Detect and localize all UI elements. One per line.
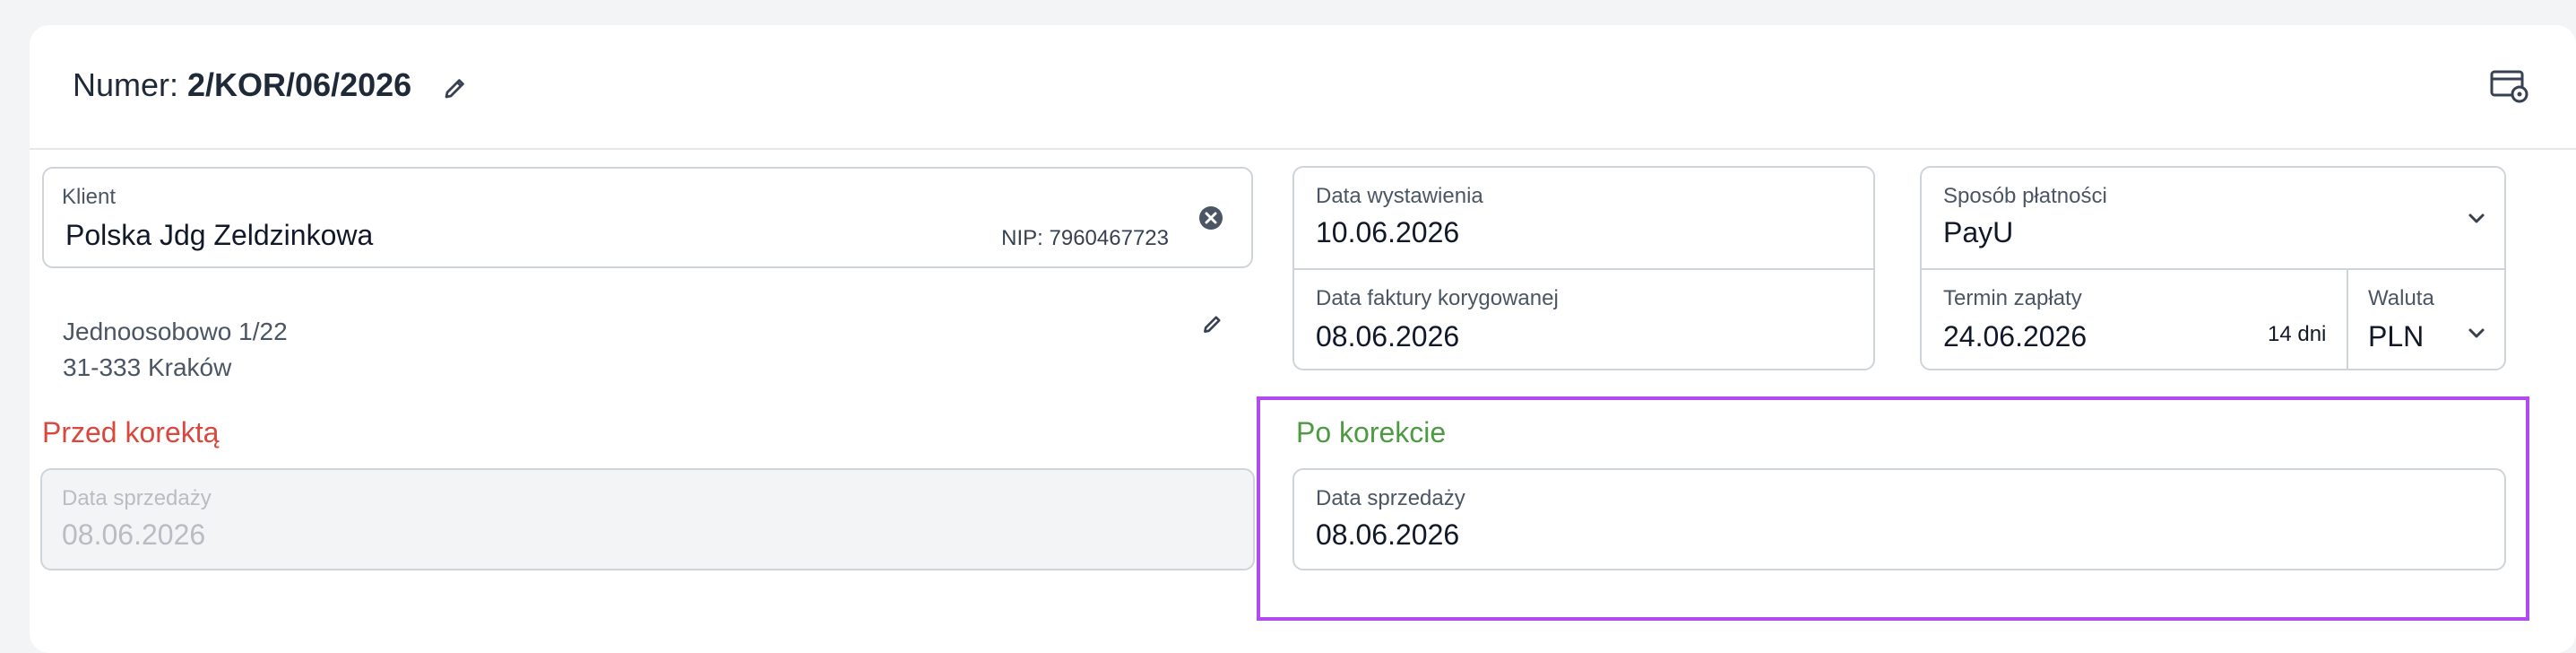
client-label: Klient xyxy=(62,185,117,209)
corrected-date-label: Data faktury korygowanej xyxy=(1316,286,1559,310)
payment-method-label: Sposób płatności xyxy=(1943,184,2107,208)
client-field[interactable]: Klient Polska Jdg Zeldzinkowa NIP: 79604… xyxy=(42,167,1253,268)
sale-date-before-field: Data sprzedaży 08.06.2026 xyxy=(40,468,1255,570)
client-address-line1: Jednoosobowo 1/22 xyxy=(63,318,288,345)
client-name: Polska Jdg Zeldzinkowa xyxy=(65,219,374,251)
currency-value: PLN xyxy=(2368,320,2425,353)
before-correction-title: Przed korektą xyxy=(42,416,220,448)
edit-address-icon[interactable] xyxy=(1201,312,1224,335)
due-days: 14 dni xyxy=(2268,322,2327,346)
highlight-box xyxy=(1257,396,2529,621)
settings-icon[interactable] xyxy=(2490,70,2529,104)
sale-date-before-value: 08.06.2026 xyxy=(62,518,206,551)
invoice-header: Numer: 2/KOR/06/2026 xyxy=(30,25,2576,150)
sale-date-before-label: Data sprzedaży xyxy=(62,486,212,510)
dates-group: Data wystawienia 10.06.2026 Data faktury… xyxy=(1292,166,1875,370)
payment-group: Sposób płatności PayU Termin zapłaty 24.… xyxy=(1920,166,2506,370)
invoice-number-title: Numer: 2/KOR/06/2026 xyxy=(73,66,469,104)
client-address-line2: 31-333 Kraków xyxy=(63,353,232,381)
pencil-icon[interactable] xyxy=(442,72,469,99)
due-date-value: 24.06.2026 xyxy=(1943,320,2088,353)
issue-date-label: Data wystawienia xyxy=(1316,184,1483,208)
due-date-label: Termin zapłaty xyxy=(1943,286,2082,310)
chevron-down-icon[interactable] xyxy=(2467,327,2486,340)
corrected-date-value: 08.06.2026 xyxy=(1316,320,1460,353)
invoice-number-label: Numer: xyxy=(73,66,179,103)
payment-method-value: PayU xyxy=(1943,216,2014,248)
invoice-number-value: 2/KOR/06/2026 xyxy=(187,66,412,103)
issue-date-value: 10.06.2026 xyxy=(1316,216,1460,248)
client-nip: NIP: 7960467723 xyxy=(1001,226,1169,250)
chevron-down-icon[interactable] xyxy=(2467,213,2486,225)
clear-icon[interactable] xyxy=(1197,205,1224,231)
currency-label: Waluta xyxy=(2368,286,2434,310)
